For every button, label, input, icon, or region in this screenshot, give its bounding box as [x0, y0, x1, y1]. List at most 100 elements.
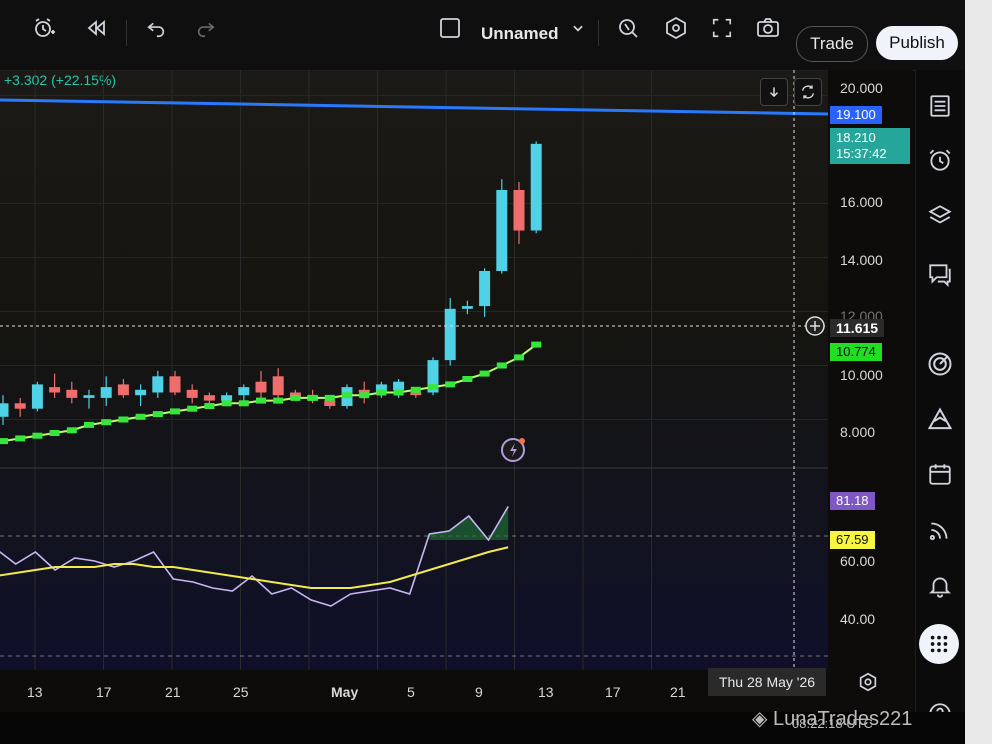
crosshair-plus-icon[interactable]: [805, 316, 825, 336]
ma-marker: [204, 403, 215, 409]
ma-marker: [479, 370, 490, 377]
candle-body: [83, 395, 95, 398]
ma-marker: [0, 438, 8, 445]
time-axis-label: 5: [407, 684, 415, 700]
utc-clock[interactable]: 08:22:18 UTC: [792, 716, 873, 731]
chat-icon[interactable]: [924, 258, 956, 290]
right-sidebar: [915, 70, 966, 744]
time-axis-label: 9: [475, 684, 483, 700]
reset-chart-button[interactable]: [794, 78, 822, 106]
ma-marker: [393, 389, 404, 396]
ma-marker: [514, 354, 524, 361]
layout-square-icon[interactable]: [436, 14, 464, 42]
fullscreen-icon[interactable]: [708, 14, 736, 42]
candle: [169, 370, 181, 396]
candle-body: [169, 376, 181, 393]
candles: [0, 141, 542, 425]
candle: [238, 384, 250, 401]
ma-marker: [273, 397, 284, 404]
binance-logo-icon: ◈: [752, 708, 768, 730]
ma-marker: [152, 411, 163, 418]
candle-body: [238, 387, 250, 396]
candle-body: [221, 395, 233, 401]
horizontal-ray-line[interactable]: [0, 98, 828, 116]
bell-icon[interactable]: [924, 570, 956, 602]
candle: [66, 381, 78, 404]
ma-value-tag: 10.774: [830, 343, 882, 361]
rsi-overbought-fill: [429, 506, 509, 540]
trade-button[interactable]: Trade: [796, 26, 868, 62]
scroll-down-button[interactable]: [760, 78, 788, 106]
candle-body: [324, 400, 336, 406]
ma-marker: [84, 421, 94, 428]
broadcast-icon[interactable]: [924, 514, 956, 546]
replay-icon[interactable]: [82, 14, 110, 42]
ma-marker: [187, 405, 198, 412]
candle-body: [135, 389, 147, 396]
price-axis-label: 20.000: [840, 80, 883, 96]
candle-body: [530, 143, 542, 231]
chevron-down-icon[interactable]: [564, 14, 592, 42]
ma-marker: [307, 394, 318, 401]
camera-icon[interactable]: [754, 14, 782, 42]
candle: [152, 370, 164, 398]
line-price-tag: 19.100: [830, 106, 882, 124]
ma-marker: [238, 400, 249, 407]
candle: [31, 381, 43, 412]
ma-marker: [118, 416, 129, 423]
settings-hex-icon[interactable]: [662, 14, 690, 42]
price-axis-label: 10.000: [840, 367, 883, 383]
publish-button[interactable]: Publish: [876, 26, 958, 60]
candle: [530, 141, 542, 234]
rsi-ma-line: [0, 546, 509, 589]
candle-body: [117, 384, 129, 396]
candle-body: [272, 376, 284, 396]
candle: [117, 379, 129, 398]
redo-icon[interactable]: [192, 14, 220, 42]
layout-name[interactable]: Unnamed: [481, 24, 558, 44]
alarm-clock-icon[interactable]: [924, 144, 956, 176]
watchlist-icon[interactable]: [924, 90, 956, 122]
ma-marker: [135, 413, 146, 420]
toolbar-separator: [598, 20, 599, 46]
ma-marker: [410, 386, 421, 393]
candle-body: [410, 392, 422, 396]
ideas-icon[interactable]: [924, 404, 956, 436]
rsi-axis-label: 60.00: [840, 553, 876, 569]
candle-body: [14, 403, 26, 409]
crosshair-date-tag: Thu 28 May '26: [708, 668, 826, 696]
undo-icon[interactable]: [142, 14, 170, 42]
magic-icon[interactable]: [614, 14, 642, 42]
toolbar-separator: [126, 20, 127, 46]
price-chart[interactable]: [0, 70, 828, 672]
axis-settings-icon[interactable]: [857, 671, 879, 693]
layers-icon[interactable]: [924, 200, 956, 232]
ma-marker: [49, 430, 60, 436]
candle-body: [479, 271, 491, 307]
candle: [272, 368, 284, 398]
ma-marker: [290, 394, 301, 401]
time-axis-label: 17: [605, 684, 621, 700]
candle: [255, 370, 267, 398]
last-price-tag: 18.210 15:37:42: [830, 128, 910, 164]
target-icon[interactable]: [924, 348, 956, 380]
time-axis-label: 17: [96, 684, 112, 700]
ma-marker: [32, 432, 43, 439]
price-axis-label: 14.000: [840, 252, 883, 268]
ma-marker: [445, 381, 456, 388]
rsi-line: [0, 506, 509, 607]
candle-body: [444, 308, 456, 361]
lightning-event-icon[interactable]: [501, 438, 525, 462]
ma-marker: [496, 362, 507, 369]
price-axis[interactable]: 20.000 16.000 14.000 12.000 10.000 8.000…: [828, 70, 912, 670]
alert-add-icon[interactable]: [30, 14, 58, 42]
apps-grid-icon[interactable]: [919, 624, 959, 664]
screen-edge: [965, 0, 992, 744]
ma-marker: [324, 394, 335, 401]
candle-body: [186, 389, 198, 398]
refresh-icon: [802, 85, 814, 99]
ma-marker: [101, 419, 112, 426]
candle-body: [513, 190, 525, 231]
calendar-icon[interactable]: [924, 458, 956, 490]
candle: [203, 392, 215, 404]
